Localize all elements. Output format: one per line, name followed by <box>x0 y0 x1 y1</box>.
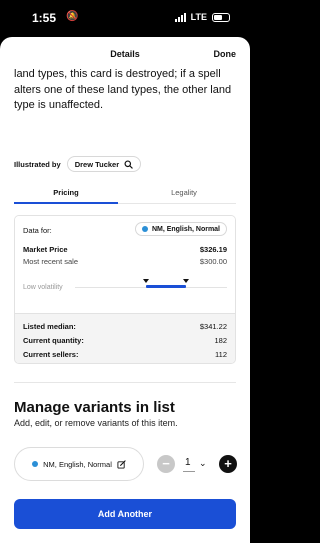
add-another-button[interactable]: Add Another <box>14 499 236 529</box>
signal-icon <box>174 12 186 22</box>
edit-icon <box>117 459 126 469</box>
pricing-variant-selector[interactable]: NM, English, Normal <box>134 222 227 236</box>
listed-median-row: Listed median: $341.22 <box>23 322 227 334</box>
variant-label: NM, English, Normal <box>43 459 112 469</box>
details-sheet: Details Done land types, this card is de… <box>0 37 250 543</box>
current-sellers-value: 112 <box>215 350 227 359</box>
current-sellers-label: Current sellers: <box>23 350 79 359</box>
battery-level <box>214 14 222 20</box>
detail-tabs: Pricing Legality <box>14 182 236 204</box>
manage-variants-title: Manage variants in list <box>14 399 175 416</box>
pricing-variant-label: NM, English, Normal <box>151 225 220 233</box>
status-bar: 1:55 🔕 LTE <box>0 0 250 34</box>
listed-median-label: Listed median: <box>23 322 76 331</box>
edit-variant-button[interactable]: NM, English, Normal <box>14 447 144 481</box>
illustrator-label: Illustrated by <box>14 159 61 169</box>
volatility-range-bar <box>146 285 186 288</box>
volatility-marker-low-icon <box>143 279 150 283</box>
illustrator-row: Illustrated by Drew Tucker <box>14 156 142 172</box>
increase-quantity-button[interactable]: + <box>219 455 237 473</box>
tab-legality[interactable]: Legality <box>132 188 236 197</box>
quantity-value[interactable]: 1 <box>185 457 191 468</box>
status-right: LTE <box>174 12 230 22</box>
done-button[interactable]: Done <box>214 49 237 59</box>
market-price-label: Market Price <box>23 245 68 254</box>
current-quantity-row: Current quantity: 182 <box>23 336 227 348</box>
chevron-down-icon[interactable]: ⌄ <box>199 458 207 469</box>
network-type: LTE <box>190 12 207 22</box>
active-tab-indicator <box>14 202 118 204</box>
volatility-label: Low volatility <box>23 284 63 291</box>
section-divider <box>14 382 236 383</box>
pricing-card: Data for: NM, English, Normal Market Pri… <box>14 215 236 364</box>
battery-icon <box>212 12 230 22</box>
current-quantity-value: 182 <box>214 336 227 345</box>
market-price-value: $326.19 <box>199 245 227 254</box>
variant-dot-icon <box>32 461 39 467</box>
pricing-summary: Data for: NM, English, Normal Market Pri… <box>15 216 235 312</box>
volatility-marker-high-icon <box>182 279 189 283</box>
illustrator-search-chip[interactable]: Drew Tucker <box>66 156 142 172</box>
manage-variants-subtitle: Add, edit, or remove variants of this it… <box>14 418 178 428</box>
variant-dot-icon <box>141 226 148 232</box>
search-icon <box>124 159 133 169</box>
card-rules-text: land types, this card is destroyed; if a… <box>14 68 232 111</box>
illustrator-name: Drew Tucker <box>74 159 120 169</box>
current-sellers-row: Current sellers: 112 <box>23 350 227 362</box>
page-title: Details <box>110 49 140 59</box>
current-quantity-label: Current quantity: <box>23 336 84 345</box>
pricing-stats: Listed median: $341.22 Current quantity:… <box>15 313 235 363</box>
quantity-underline <box>183 471 195 472</box>
listed-median-value: $341.22 <box>199 322 227 331</box>
decrease-quantity-button[interactable]: − <box>157 455 175 473</box>
data-for-label: Data for: <box>23 226 52 235</box>
status-time: 1:55 <box>32 11 57 25</box>
most-recent-sale-value: $300.00 <box>199 257 227 266</box>
most-recent-sale-label: Most recent sale <box>23 257 79 266</box>
tab-pricing[interactable]: Pricing <box>14 188 118 197</box>
silent-bell-icon: 🔕 <box>66 11 79 22</box>
